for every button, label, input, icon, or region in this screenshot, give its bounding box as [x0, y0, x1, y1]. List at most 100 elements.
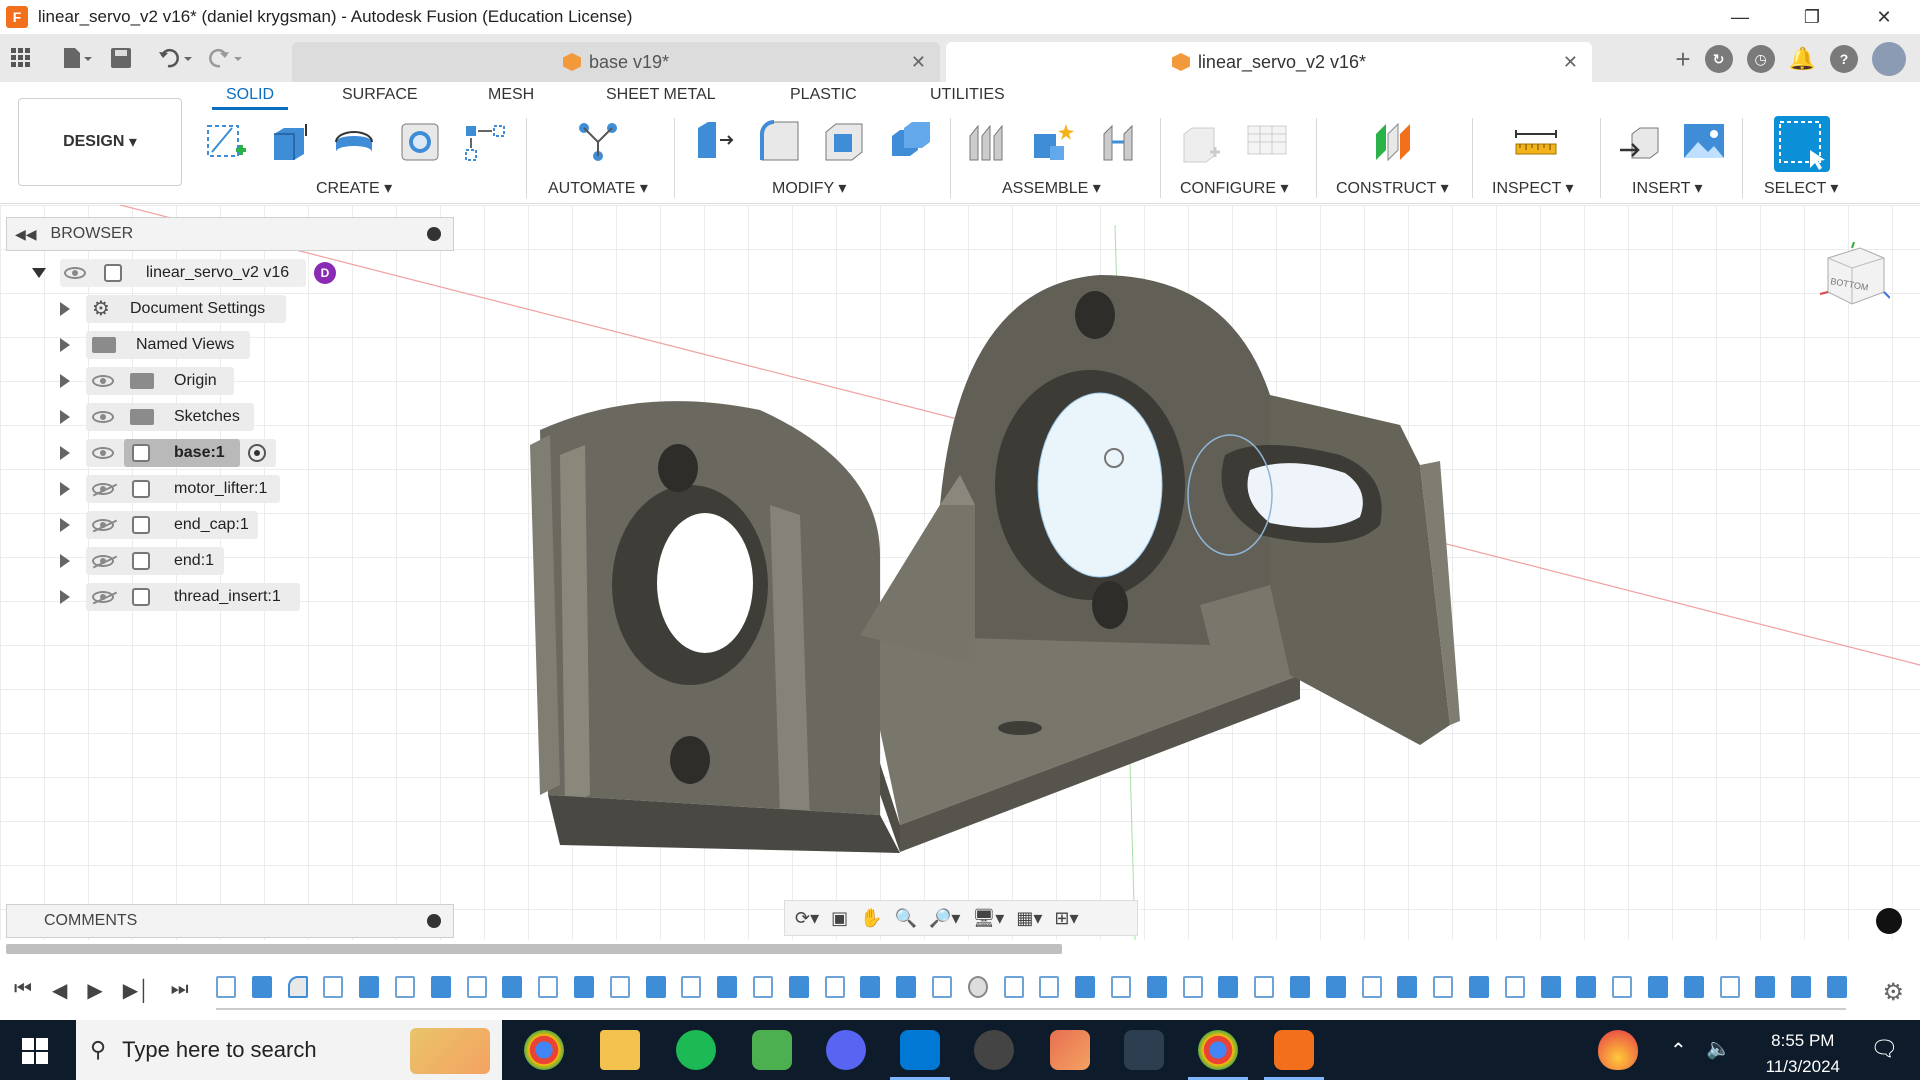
fusion-taskbar-icon[interactable] — [1274, 1030, 1314, 1070]
timeline-last-icon[interactable]: ⏭ — [171, 978, 189, 1003]
timeline-feature-extrude-icon[interactable] — [860, 976, 881, 998]
expand-arrow-icon[interactable] — [60, 482, 70, 496]
timeline-feature-extrude-icon[interactable] — [1397, 976, 1418, 998]
eye-hidden-icon[interactable] — [92, 483, 114, 495]
spotify-icon[interactable] — [676, 1030, 716, 1070]
timeline-feature-sketch-icon[interactable] — [681, 976, 702, 998]
extensions-icon[interactable]: ↻ — [1704, 45, 1733, 73]
inspect-menu[interactable]: INSPECT ▾ — [1492, 178, 1574, 198]
create-menu[interactable]: CREATE ▾ — [316, 178, 392, 198]
tree-item-document-settings[interactable]: ⚙ Document Settings — [0, 294, 380, 324]
taskbar-search-box[interactable]: ⚲ Type here to search — [76, 1020, 502, 1080]
shell-icon[interactable] — [822, 120, 866, 164]
help-icon[interactable]: ? — [1830, 45, 1858, 73]
timeline-feature-sketch-icon[interactable] — [609, 976, 630, 998]
timeline-feature-sketch-icon[interactable] — [1003, 976, 1024, 998]
as-built-joint-icon[interactable] — [1096, 120, 1140, 164]
timeline-feature-extrude-icon[interactable] — [1290, 976, 1310, 998]
tab-surface[interactable]: SURFACE — [342, 86, 418, 104]
insert-canvas-icon[interactable] — [1682, 120, 1726, 164]
timeline-feature-sketch-icon[interactable] — [466, 976, 487, 998]
capture-icon[interactable] — [1876, 908, 1902, 934]
configure-table-icon[interactable] — [1246, 120, 1290, 164]
expand-arrow-icon[interactable] — [60, 410, 70, 424]
tree-root[interactable]: linear_servo_v2 v16 D — [0, 258, 380, 288]
eye-visible-icon[interactable] — [92, 411, 114, 423]
timeline-feature-sketch-icon[interactable] — [1039, 976, 1060, 998]
tree-item-origin[interactable]: Origin — [0, 366, 380, 396]
workspace-switcher-button[interactable]: DESIGN ▾ — [18, 98, 182, 186]
press-pull-icon[interactable] — [692, 120, 736, 164]
tree-item-motor-lifter[interactable]: motor_lifter:1 — [0, 474, 380, 504]
notification-center-icon[interactable]: 🗨 — [1870, 1036, 1898, 1062]
modify-menu[interactable]: MODIFY ▾ — [772, 178, 846, 198]
timeline-feature-extrude-icon[interactable] — [1469, 976, 1489, 998]
timeline-feature-sketch-icon[interactable] — [395, 976, 415, 998]
timeline-feature-sketch-icon[interactable] — [1361, 976, 1382, 998]
new-tab-plus-icon[interactable]: + — [1675, 44, 1690, 74]
notifications-bell-icon[interactable]: 🔔 — [1789, 45, 1816, 73]
automate-menu[interactable]: AUTOMATE ▾ — [548, 178, 648, 198]
grid-settings-icon[interactable]: ▦▾ — [1016, 908, 1042, 929]
expand-arrow-icon[interactable] — [60, 590, 70, 604]
file-menu-icon[interactable] — [62, 44, 92, 72]
timeline-feature-extrude-icon[interactable] — [251, 976, 272, 998]
timeline-feature-sketch-icon[interactable] — [824, 976, 845, 998]
timeline-feature-extrude-icon[interactable] — [788, 976, 809, 998]
eye-visible-icon[interactable] — [92, 375, 114, 387]
tray-chevron-up-icon[interactable]: ⌃ — [1670, 1038, 1687, 1063]
timeline-feature-sketch-icon[interactable] — [538, 976, 559, 998]
timeline-first-icon[interactable]: ⏮ — [14, 978, 32, 1003]
close-tab-icon[interactable]: ✕ — [911, 52, 926, 73]
collapse-browser-icon[interactable]: ◀◀ — [15, 226, 37, 243]
timeline-feature-extrude-icon[interactable] — [1648, 976, 1668, 998]
vscode-icon[interactable] — [900, 1030, 940, 1070]
zoom-icon[interactable]: 🔍 — [895, 908, 917, 929]
restore-button[interactable]: ❐ — [1776, 0, 1848, 34]
select-menu[interactable]: SELECT ▾ — [1764, 178, 1838, 198]
terminal-icon[interactable] — [1124, 1030, 1164, 1070]
fillet-icon[interactable] — [758, 120, 802, 164]
timeline-feature-extrude-icon[interactable] — [1576, 976, 1597, 998]
construct-menu[interactable]: CONSTRUCT ▾ — [1336, 178, 1449, 198]
timeline-feature-extrude-icon[interactable] — [359, 976, 380, 998]
expand-arrow-icon[interactable] — [60, 554, 70, 568]
timeline-feature-sketch-icon[interactable] — [1612, 976, 1633, 998]
tree-item-base[interactable]: base:1 — [0, 438, 380, 468]
redo-icon[interactable] — [208, 44, 244, 72]
timeline-feature-extrude-icon[interactable] — [1540, 976, 1561, 998]
timeline-feature-extrude-icon[interactable] — [1146, 976, 1167, 998]
timeline-feature-sketch-icon[interactable] — [1254, 976, 1275, 998]
close-tab-icon[interactable]: ✕ — [1563, 52, 1578, 73]
timeline-feature-sketch-icon[interactable] — [323, 976, 344, 998]
expand-arrow-icon[interactable] — [60, 374, 70, 388]
offset-plane-icon[interactable] — [1372, 120, 1416, 164]
fit-zoom-icon[interactable]: 🔎▾ — [929, 908, 960, 929]
configure-menu[interactable]: CONFIGURE ▾ — [1180, 178, 1288, 198]
timeline-feature-sketch-icon[interactable] — [1182, 976, 1203, 998]
joint-icon[interactable] — [1030, 120, 1074, 164]
timeline-feature-sketch-icon[interactable] — [932, 976, 952, 998]
matlab-icon[interactable] — [1050, 1030, 1090, 1070]
revolve-icon[interactable] — [332, 120, 376, 164]
create-sketch-icon[interactable] — [204, 120, 248, 164]
data-panel-grid-icon[interactable] — [10, 44, 32, 72]
timeline-feature-sketch-icon[interactable] — [1433, 976, 1454, 998]
timeline-play-icon[interactable]: ▶ — [87, 978, 102, 1003]
eye-hidden-icon[interactable] — [92, 519, 114, 531]
timeline-feature-fillet-icon[interactable] — [287, 976, 308, 998]
file-explorer-icon[interactable] — [600, 1030, 640, 1070]
tree-item-end[interactable]: end:1 — [0, 546, 380, 576]
chrome-profile-icon[interactable] — [1198, 1030, 1238, 1070]
timeline-feature-extrude-icon[interactable] — [574, 976, 594, 998]
timeline-feature-hole-icon[interactable] — [967, 976, 988, 998]
expand-arrow-icon[interactable] — [60, 302, 70, 316]
timeline-feature-extrude-icon[interactable] — [1827, 976, 1847, 998]
tree-item-end-cap[interactable]: end_cap:1 — [0, 510, 380, 540]
volume-icon[interactable]: 🔈 — [1706, 1036, 1731, 1061]
eye-hidden-icon[interactable] — [92, 591, 114, 603]
horizontal-scrollbar[interactable] — [6, 944, 1062, 954]
timeline-feature-extrude-icon[interactable] — [1325, 976, 1346, 998]
timeline-track[interactable] — [216, 970, 1847, 1010]
timeline-feature-sketch-icon[interactable] — [216, 976, 236, 998]
